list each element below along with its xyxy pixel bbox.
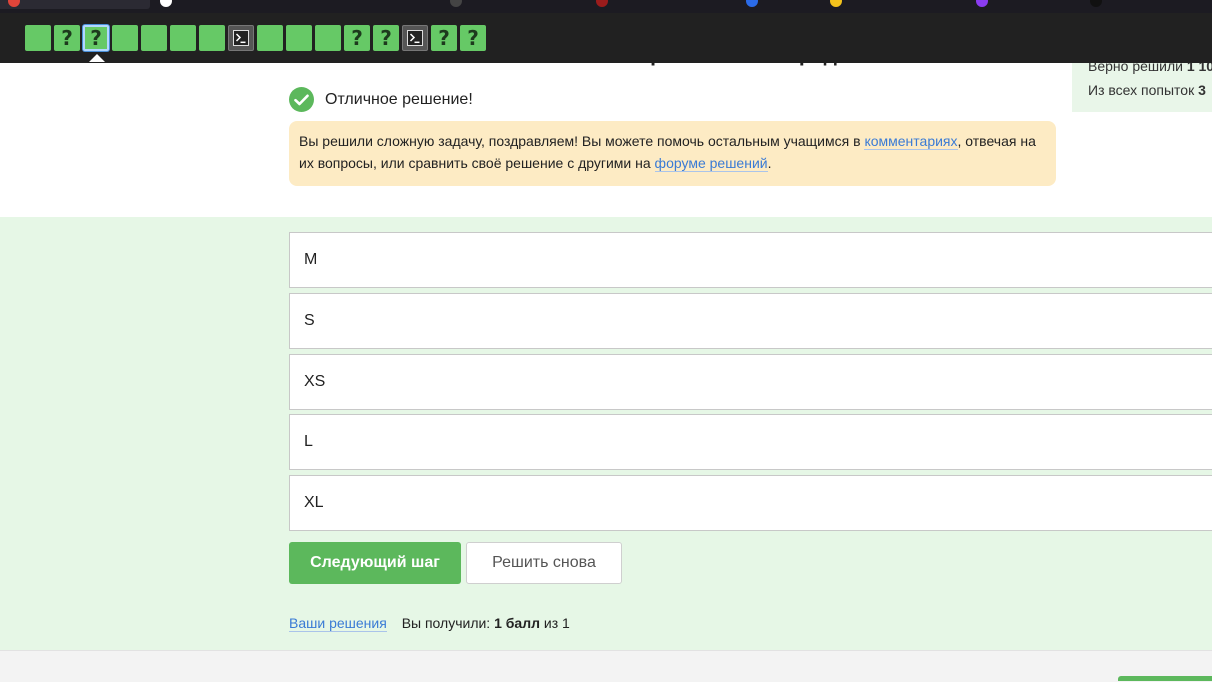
sortable-answer-item[interactable]: XS — [289, 354, 1212, 410]
answer-label: S — [304, 312, 315, 329]
tab-favicon-icon — [160, 0, 172, 7]
solutions-forum-link[interactable]: форуме решений — [654, 155, 768, 172]
step-code-14[interactable] — [402, 25, 428, 51]
answer-label: XL — [304, 494, 324, 511]
lesson-bottom-bar — [0, 650, 1212, 682]
attempts-label: Из всех попыток — [1088, 82, 1195, 98]
sortable-answer-item[interactable]: S — [289, 293, 1212, 349]
bottom-next-button[interactable] — [1118, 676, 1212, 681]
sortable-answer-item[interactable]: L — [289, 414, 1212, 470]
question-mark-icon: ? — [61, 26, 73, 50]
tab-favicon-icon — [450, 0, 462, 7]
congrats-text-1: Вы решили сложную задачу, поздравляем! В… — [299, 133, 865, 149]
step-text-5[interactable] — [141, 25, 167, 51]
check-icon — [289, 87, 314, 112]
browser-active-tab[interactable] — [0, 0, 150, 9]
solve-again-button[interactable]: Решить снова — [466, 542, 622, 584]
answer-label: XS — [304, 373, 326, 390]
tab-favicon-icon — [830, 0, 842, 7]
score-label: Вы получили: — [401, 615, 491, 631]
score-value: 1 балл — [494, 615, 540, 631]
terminal-icon — [233, 30, 249, 46]
question-mark-icon: ? — [380, 26, 392, 50]
attempts-value: 3 — [1198, 82, 1206, 98]
question-mark-icon: ? — [438, 26, 450, 50]
step-quiz-12[interactable]: ? — [344, 25, 370, 51]
step-quiz-13[interactable]: ? — [373, 25, 399, 51]
step-text-4[interactable] — [112, 25, 138, 51]
step-quiz-16[interactable]: ? — [460, 25, 486, 51]
step-text-9[interactable] — [257, 25, 283, 51]
tab-favicon-icon — [596, 0, 608, 7]
current-step-pointer — [89, 54, 105, 62]
submission-footer: Ваши решения Вы получили: 1 балл из 1 — [289, 615, 570, 632]
step-quiz-15[interactable]: ? — [431, 25, 457, 51]
question-mark-icon: ? — [467, 26, 479, 50]
answer-label: M — [304, 251, 318, 268]
step-code-8[interactable] — [228, 25, 254, 51]
question-mark-icon: ? — [90, 26, 102, 50]
tab-favicon-icon — [746, 0, 758, 7]
sortable-answer-item[interactable]: XL — [289, 475, 1212, 531]
tab-favicon-icon — [976, 0, 988, 7]
result-text: Отличное решение! — [325, 90, 473, 108]
answer-label: L — [304, 433, 313, 450]
sortable-answer-item[interactable]: M — [289, 232, 1212, 288]
step-quiz-2[interactable]: ? — [54, 25, 80, 51]
question-mark-icon: ? — [351, 26, 363, 50]
step-text-11[interactable] — [315, 25, 341, 51]
next-step-button[interactable]: Следующий шаг — [289, 542, 461, 584]
congrats-text-3: . — [767, 155, 772, 171]
browser-tab-strip — [0, 0, 1212, 13]
score-total: из 1 — [543, 615, 570, 631]
step-list: ?????? — [25, 25, 486, 51]
tab-favicon-icon — [1090, 0, 1102, 7]
terminal-icon — [407, 30, 423, 46]
step-text-1[interactable] — [25, 25, 51, 51]
your-solutions-link[interactable]: Ваши решения — [289, 615, 387, 632]
congrats-notice: Вы решили сложную задачу, поздравляем! В… — [289, 121, 1056, 186]
step-text-10[interactable] — [286, 25, 312, 51]
step-navigation-bar: ?????? — [0, 13, 1212, 63]
step-current-quiz-3[interactable]: ? — [83, 25, 109, 51]
step-text-7[interactable] — [199, 25, 225, 51]
comments-link[interactable]: комментариях — [864, 133, 958, 150]
result-status: Отличное решение! — [289, 87, 473, 112]
step-text-6[interactable] — [170, 25, 196, 51]
